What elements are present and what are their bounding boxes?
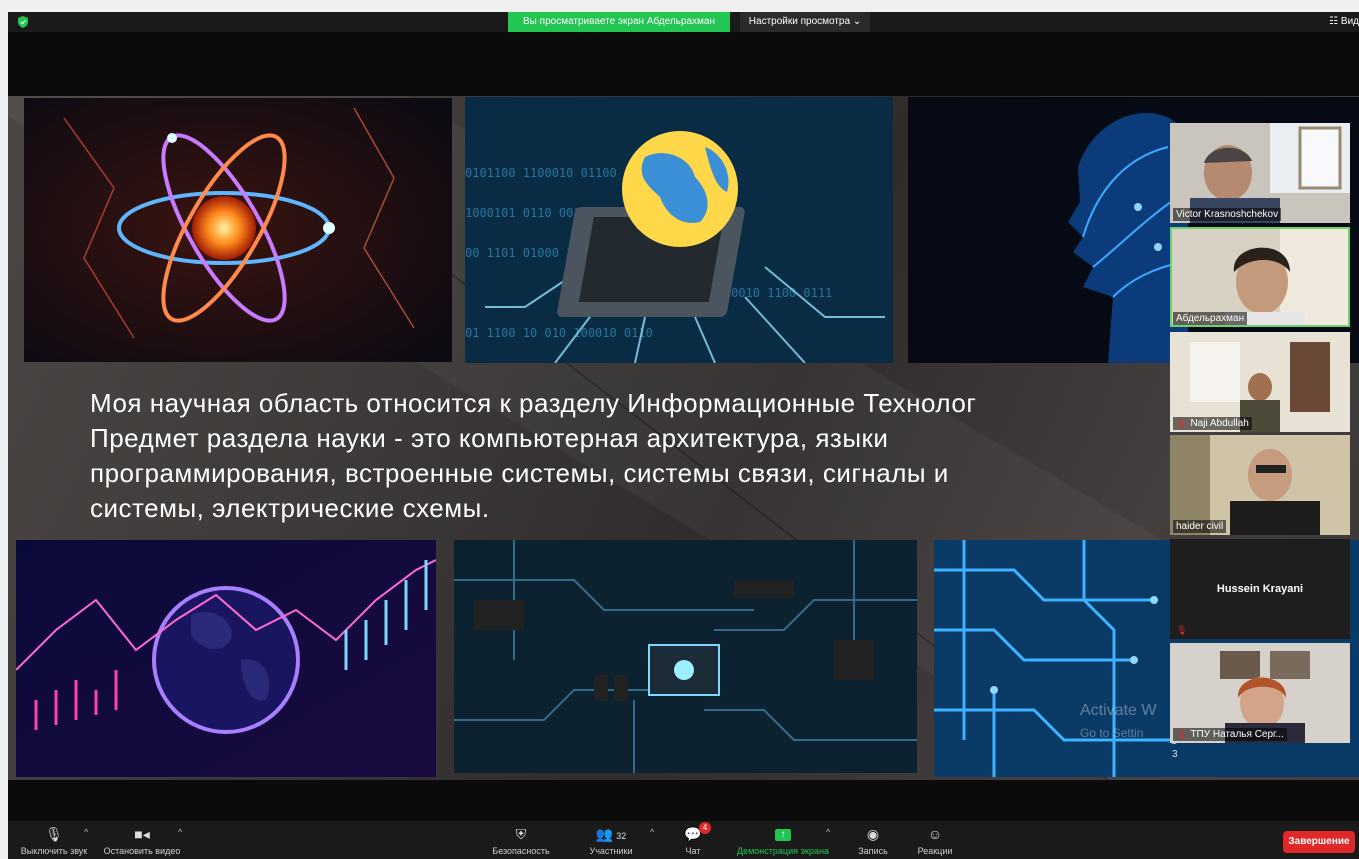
security-button[interactable]: ⛨ Безопасность [486,821,556,859]
view-mode-button[interactable]: ☷ Вид [1325,12,1359,32]
shared-screen: 0101100 1100010 01100 0101 1000101 0110 … [8,96,1359,780]
participants-icon: 👥 32 [595,826,627,842]
motherboard-image [454,540,917,773]
participant-name: haider civil [1173,520,1227,533]
svg-text:01 1100 10 010 100010 0110: 01 1100 10 010 100010 0110 [465,326,653,340]
gallery-page-number: 3 [1172,749,1178,760]
participant-tile[interactable]: 🎙 ТПУ Наталья Серг... [1170,643,1350,743]
participants-button[interactable]: 👥 32 Участники [576,821,646,859]
slide-text: Моя научная область относится к разделу … [90,386,1190,526]
participant-tile[interactable]: Victor Krasnoshchekov [1170,123,1350,223]
top-bar: Вы просматриваете экран Абдельрахман Нас… [8,12,1359,32]
participant-name: Абдельрахман [1173,312,1248,325]
activation-watermark-title: Activate W [1080,702,1157,719]
muted-microphone-icon: 🎙 [1176,729,1188,739]
slide-text-line: программирования, встроенные системы, си… [90,458,949,488]
share-options-caret[interactable]: ^ [826,827,830,837]
participants-count: 32 [616,831,627,841]
participants-options-caret[interactable]: ^ [650,827,654,837]
atom-image [24,98,452,362]
slide-text-line: Предмет раздела науки - это компьютерная… [90,423,889,453]
reactions-button[interactable]: ☺ Реакции [910,821,960,859]
participant-name: 🎙 ТПУ Наталья Серг... [1173,728,1287,741]
meeting-toolbar: 🎙 Выключить звук ^ ■◂ Остановить видео ^… [8,821,1359,859]
record-icon: ◉ [866,826,880,842]
share-screen-button[interactable]: ↑ Демонстрация экрана [730,821,836,859]
slide-text-line: Моя научная область относится к разделу … [90,388,977,418]
muted-microphone-icon: 🎙 [1176,418,1188,428]
participant-name-large: Hussein Krayani [1216,583,1304,595]
share-screen-icon: ↑ [730,823,836,845]
activation-watermark: Activate W Go to Settin [1080,700,1156,744]
market-globe-image [16,540,436,777]
security-icon: ⛨ [515,826,527,842]
stop-video-button[interactable]: ■◂ Остановить видео [100,821,184,859]
participant-name: Victor Krasnoshchekov [1173,208,1282,221]
view-options-button[interactable]: Настройки просмотра ⌄ [740,12,870,32]
reactions-icon: ☺ [927,826,943,842]
shield-icon[interactable] [18,16,28,28]
end-meeting-button[interactable]: Завершение [1283,831,1355,853]
camera-icon: ■◂ [134,826,150,842]
globe-chip-image: 0101100 1100010 01100 0101 1000101 0110 … [465,97,893,363]
record-button[interactable]: ◉ Запись [848,821,898,859]
participant-tile[interactable]: 🎙 Naji Abdullah [1170,332,1350,432]
sharing-banner: Вы просматриваете экран Абдельрахман [508,12,730,32]
zoom-window: Вы просматриваете экран Абдельрахман Нас… [8,12,1359,859]
chat-unread-badge: 4 [699,822,711,834]
slide-text-line: системы, электрические схемы. [90,493,490,523]
participant-tile-active-speaker[interactable]: Абдельрахман [1170,227,1350,327]
activation-watermark-subtitle: Go to Settin [1080,726,1144,740]
video-options-caret[interactable]: ^ [178,827,182,837]
participant-tile[interactable]: haider civil [1170,435,1350,535]
participant-tile[interactable]: Hussein Krayani 🎙 [1170,539,1350,639]
muted-microphone-icon: 🎙 [1176,625,1188,635]
participant-name: 🎙 Naji Abdullah [1173,417,1252,430]
audio-options-caret[interactable]: ^ [84,827,88,837]
